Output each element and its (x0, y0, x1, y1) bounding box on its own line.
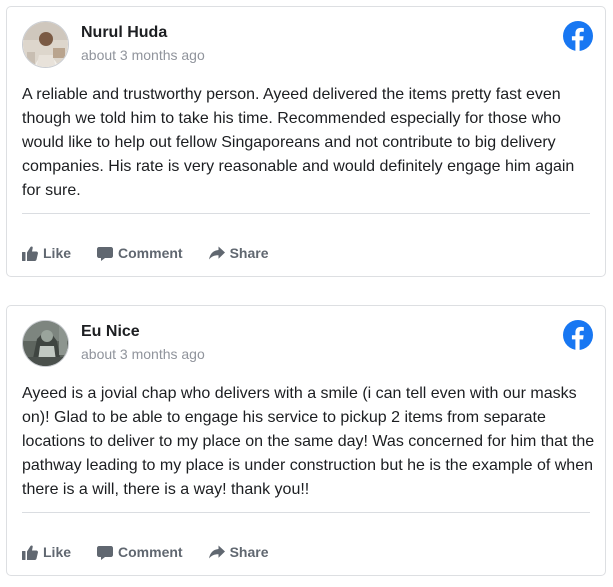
thumbs-up-icon (22, 246, 38, 261)
review-text: Ayeed is a jovial chap who delivers with… (22, 385, 595, 498)
facebook-icon[interactable] (563, 320, 593, 350)
author-name[interactable]: Nurul Huda (81, 24, 167, 42)
share-label: Share (229, 544, 269, 560)
review-text: A reliable and trustworthy person. Ayeed… (22, 86, 575, 199)
share-arrow-icon (208, 246, 225, 260)
review-card: Nurul Huda about 3 months ago A reliable… (6, 6, 606, 277)
timestamp[interactable]: about 3 months ago (81, 47, 205, 63)
like-button[interactable]: Like (22, 544, 71, 560)
comment-icon (97, 545, 114, 560)
share-button[interactable]: Share (208, 245, 269, 261)
divider (22, 512, 590, 513)
like-label: Like (43, 245, 72, 261)
author-name[interactable]: Eu Nice (81, 323, 140, 341)
action-bar: Like Comment Share (22, 243, 295, 263)
review-card: Eu Nice about 3 months ago Ayeed is a jo… (6, 305, 606, 576)
avatar[interactable] (22, 320, 69, 367)
share-arrow-icon (208, 545, 225, 559)
avatar[interactable] (22, 21, 69, 68)
share-label: Share (229, 245, 269, 261)
comment-icon (97, 246, 114, 261)
share-button[interactable]: Share (208, 544, 269, 560)
comment-label: Comment (118, 544, 183, 560)
comment-button[interactable]: Comment (97, 544, 183, 560)
like-button[interactable]: Like (22, 245, 71, 261)
thumbs-up-icon (22, 545, 38, 560)
like-label: Like (43, 544, 72, 560)
facebook-icon[interactable] (563, 21, 593, 51)
comment-button[interactable]: Comment (97, 245, 183, 261)
comment-label: Comment (118, 245, 183, 261)
action-bar: Like Comment Share (22, 542, 295, 562)
timestamp[interactable]: about 3 months ago (81, 346, 205, 362)
divider (22, 213, 590, 214)
